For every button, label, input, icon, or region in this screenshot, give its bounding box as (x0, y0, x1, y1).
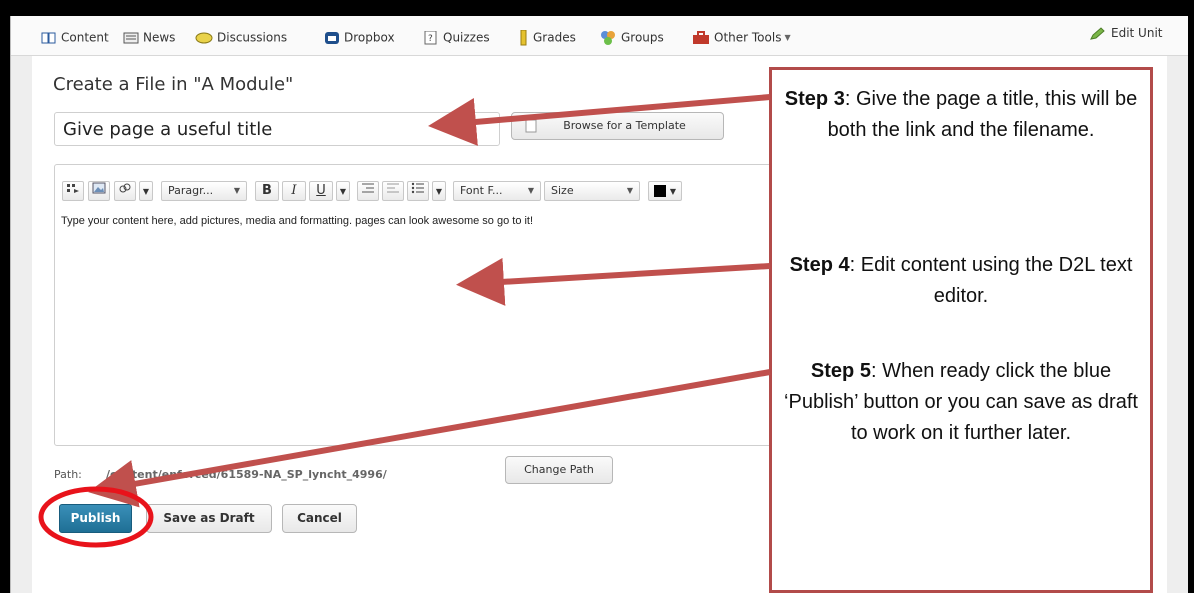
bullet-list-icon (411, 182, 424, 194)
nav-item-label: Groups (621, 30, 664, 45)
template-icon (525, 119, 537, 133)
groups-icon (601, 30, 615, 45)
indent-icon (362, 183, 374, 193)
font-select-value: Font F... (460, 184, 503, 197)
cancel-button[interactable]: Cancel (282, 504, 357, 533)
nav-item-content[interactable]: Content (41, 28, 109, 46)
editor-toolbar: ▼ Paragr... ▼ B I U ▼ ▼ Font F... ▼ Size ▼ … (55, 165, 773, 211)
nav-item-label: Dropbox (344, 30, 395, 45)
step-3-body: : Give the page a title, this will be bo… (827, 88, 1138, 141)
font-size-select[interactable]: Size ▼ (544, 181, 640, 201)
nav-item-label: Quizzes (443, 30, 490, 45)
step-4-label: Step 4 (789, 254, 850, 276)
nav-item-dropbox[interactable]: Dropbox (324, 28, 395, 46)
svg-text:?: ? (428, 34, 433, 44)
browse-template-label: Browse for a Template (563, 119, 686, 132)
list-dropdown-button[interactable]: ▼ (432, 181, 446, 201)
image-icon (92, 182, 106, 194)
save-as-draft-button[interactable]: Save as Draft (146, 504, 272, 533)
book-icon (41, 32, 56, 43)
list-button[interactable] (407, 181, 429, 201)
nav-item-quizzes[interactable]: ? Quizzes (423, 28, 490, 46)
nav-item-label: News (143, 30, 176, 45)
browse-template-button[interactable]: Browse for a Template (511, 112, 724, 140)
insert-dropdown-button[interactable]: ▼ (139, 181, 153, 201)
paragraph-select[interactable]: Paragr... ▼ (161, 181, 247, 201)
course-navbar: Content News Discussions Dropbox ? Quizze… (11, 16, 1188, 56)
chevron-down-icon: ▼ (435, 187, 443, 196)
nav-item-groups[interactable]: Groups (599, 28, 664, 46)
step-3-label: Step 3 (784, 88, 845, 110)
insert-link-button[interactable] (114, 181, 136, 201)
nav-item-discussions[interactable]: Discussions (195, 28, 287, 46)
outdent-icon (387, 183, 399, 193)
chevron-down-icon: ▼ (784, 32, 791, 42)
discussions-icon (195, 32, 213, 43)
indent-button[interactable] (357, 181, 379, 201)
page-title: Create a File in "A Module" (53, 74, 294, 95)
chevron-down-icon: ▼ (626, 186, 633, 195)
chevron-down-icon: ▼ (142, 187, 150, 196)
step-5-label: Step 5 (810, 360, 871, 382)
link-icon (119, 183, 131, 193)
underline-button[interactable]: U (309, 181, 333, 201)
step-4-text: Step 4: Edit content using the D2L text … (784, 250, 1138, 312)
size-select-value: Size (551, 184, 574, 197)
chevron-down-icon: ▼ (339, 187, 347, 196)
nav-item-other-tools[interactable]: Other Tools ▼ (692, 28, 791, 46)
instruction-callout: Step 3: Give the page a title, this will… (769, 67, 1153, 593)
color-swatch-icon (653, 185, 666, 197)
dropbox-icon (325, 31, 339, 44)
edit-pencil-icon (1090, 26, 1105, 40)
nav-item-grades[interactable]: Grades (519, 28, 576, 46)
underline-dropdown-button[interactable]: ▼ (336, 181, 350, 201)
change-path-button[interactable]: Change Path (505, 456, 613, 484)
insert-stuff-button[interactable] (62, 181, 84, 201)
toolbox-icon (693, 30, 709, 44)
outdent-button[interactable] (382, 181, 404, 201)
italic-button[interactable]: I (282, 181, 306, 201)
font-color-button[interactable]: ▼ (648, 181, 682, 201)
step-3-text: Step 3: Give the page a title, this will… (784, 84, 1138, 146)
publish-button[interactable]: Publish (59, 504, 132, 533)
quiz-icon: ? (424, 30, 437, 44)
nav-item-label: Grades (533, 30, 576, 45)
path-value: /content/enforced/61589-NA_SP_lyncht_499… (106, 468, 387, 481)
nav-item-label: Other Tools (714, 30, 782, 45)
title-input[interactable] (54, 112, 500, 146)
nav-item-label: Content (61, 30, 109, 45)
path-label: Path: (54, 468, 82, 481)
step-5-text: Step 5: When ready click the blue ‘Publi… (784, 356, 1138, 449)
chevron-down-icon: ▼ (669, 187, 677, 196)
font-family-select[interactable]: Font F... ▼ (453, 181, 541, 201)
chevron-down-icon: ▼ (527, 186, 534, 195)
news-icon (123, 32, 139, 43)
insert-stuff-icon (67, 184, 79, 193)
nav-item-label: Discussions (217, 30, 288, 45)
edit-unit-link[interactable]: Edit Unit (1089, 26, 1162, 41)
paragraph-select-value: Paragr... (168, 184, 214, 197)
chevron-down-icon: ▼ (233, 186, 240, 195)
step-4-body: : Edit content using the D2L text editor… (849, 254, 1133, 307)
nav-item-news[interactable]: News (123, 28, 175, 46)
edit-unit-label: Edit Unit (1111, 26, 1163, 40)
left-gutter (11, 16, 32, 593)
insert-image-button[interactable] (88, 181, 110, 201)
page: Content News Discussions Dropbox ? Quizze… (10, 16, 1188, 593)
editor-content[interactable]: Type your content here, add pictures, me… (61, 215, 533, 227)
html-editor[interactable]: ▼ Paragr... ▼ B I U ▼ ▼ Font F... ▼ Size ▼ … (54, 164, 774, 446)
grades-icon (520, 29, 527, 45)
right-gutter (1167, 16, 1188, 593)
bold-button[interactable]: B (255, 181, 279, 201)
